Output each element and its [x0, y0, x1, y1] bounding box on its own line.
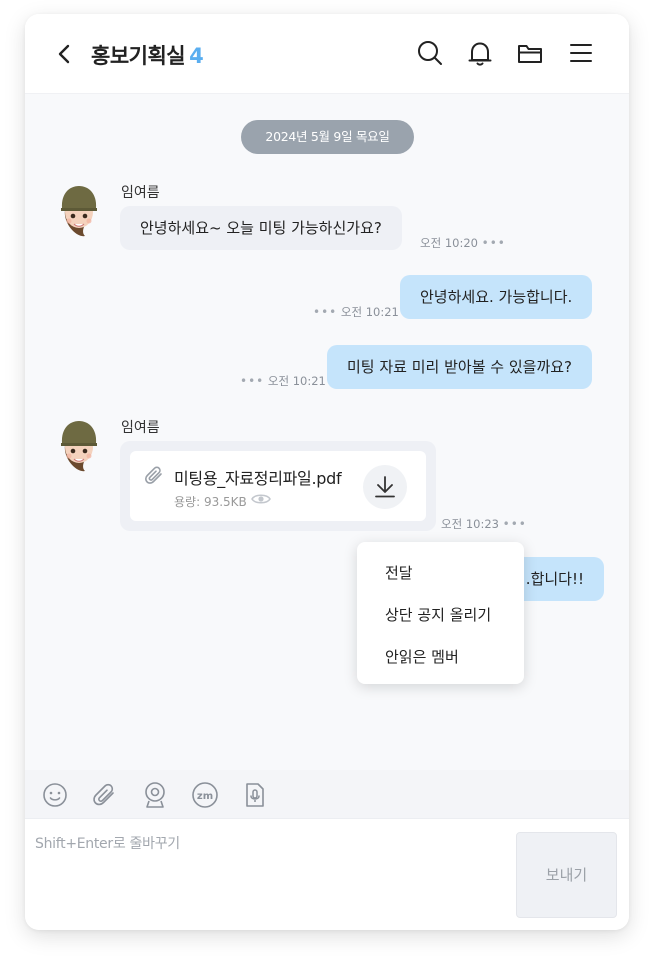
- avatar[interactable]: [55, 180, 103, 240]
- composer: 보내기: [25, 819, 629, 930]
- message-context-menu: 전달 상단 공지 올리기 안읽은 멤버: [357, 542, 524, 684]
- message-input[interactable]: [35, 833, 505, 917]
- message-time: 오전 10:23: [441, 517, 499, 531]
- avatar[interactable]: [55, 415, 103, 475]
- search-icon[interactable]: [415, 38, 445, 68]
- download-icon: [375, 476, 395, 498]
- zoom-icon[interactable]: zm: [191, 781, 219, 809]
- message-list[interactable]: 2024년 5월 9일 목요일 임여름 안녕하세요~ 오늘 미팅 가능하신가요?…: [25, 94, 629, 770]
- voice-file-icon[interactable]: [241, 781, 269, 809]
- message-meta: ••• 오전 10:21: [313, 304, 399, 320]
- menu-item-unread-members[interactable]: 안읽은 멤버: [385, 646, 459, 667]
- chat-window: 홍보기획실 4 2024년 5월 9일 목요일 임여름 안녕하세요~ 오늘 미팅…: [25, 14, 629, 930]
- emoji-icon[interactable]: [41, 781, 69, 809]
- menu-item-pin-notice[interactable]: 상단 공지 올리기: [385, 604, 491, 625]
- composer-toolbar: zm: [25, 770, 629, 819]
- bell-icon[interactable]: [465, 38, 495, 68]
- date-divider: 2024년 5월 9일 목요일: [241, 120, 414, 154]
- message-bubble-incoming[interactable]: 안녕하세요~ 오늘 미팅 가능하신가요?: [120, 206, 402, 250]
- member-count: 4: [189, 44, 204, 68]
- sender-name: 임여름: [121, 185, 160, 201]
- menu-icon[interactable]: [566, 38, 596, 68]
- send-button[interactable]: 보내기: [516, 832, 617, 918]
- attach-icon: [145, 466, 162, 484]
- message-meta: 오전 10:23 •••: [441, 516, 527, 532]
- attach-icon[interactable]: [91, 781, 119, 809]
- folder-icon[interactable]: [515, 38, 545, 68]
- file-card[interactable]: 미팅용_자료정리파일.pdf 용량: 93.5KB: [130, 451, 426, 521]
- menu-item-forward[interactable]: 전달: [385, 562, 413, 583]
- room-name: 홍보기획실: [91, 44, 186, 68]
- message-bubble-outgoing[interactable]: 미팅 자료 미리 받아볼 수 있을까요?: [327, 345, 593, 389]
- message-meta: 오전 10:20 •••: [420, 235, 506, 251]
- download-button[interactable]: [363, 465, 407, 509]
- webcam-icon[interactable]: [141, 781, 169, 809]
- eye-icon[interactable]: [251, 491, 271, 507]
- file-size: 용량: 93.5KB: [174, 495, 247, 509]
- message-meta: ••• 오전 10:21: [240, 373, 326, 389]
- message-time: 오전 10:20: [420, 236, 478, 250]
- file-message: 미팅용_자료정리파일.pdf 용량: 93.5KB: [120, 441, 436, 531]
- room-title: 홍보기획실 4: [91, 40, 204, 70]
- back-arrow-icon[interactable]: [53, 40, 77, 68]
- more-dots-icon[interactable]: •••: [503, 517, 527, 531]
- message-bubble-outgoing[interactable]: 안녕하세요. 가능합니다.: [400, 275, 593, 319]
- more-dots-icon[interactable]: •••: [240, 374, 264, 388]
- chat-header: 홍보기획실 4: [25, 14, 629, 94]
- message-time: 오전 10:21: [267, 374, 326, 388]
- svg-text:zm: zm: [197, 791, 213, 802]
- file-name[interactable]: 미팅용_자료정리파일.pdf: [174, 465, 342, 489]
- more-dots-icon[interactable]: •••: [313, 305, 337, 319]
- more-dots-icon[interactable]: •••: [482, 236, 506, 250]
- sender-name: 임여름: [121, 420, 160, 436]
- message-time: 오전 10:21: [340, 305, 399, 319]
